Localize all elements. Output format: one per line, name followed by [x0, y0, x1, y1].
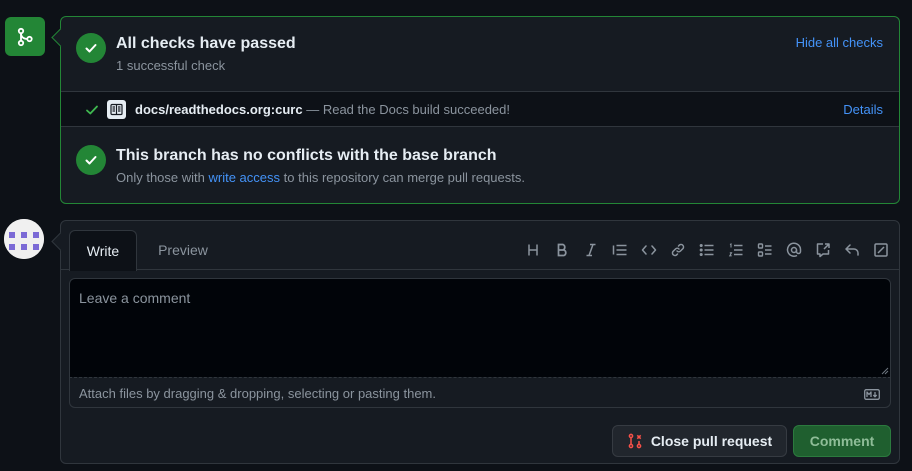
check-success-icon	[85, 103, 99, 122]
heading-icon[interactable]	[518, 240, 547, 260]
check-description: — Read the Docs build succeeded!	[302, 102, 511, 117]
fullscreen-icon[interactable]	[866, 240, 895, 260]
cross-reference-icon[interactable]	[808, 240, 837, 260]
markdown-icon[interactable]	[864, 387, 880, 405]
attach-files-bar[interactable]: Attach files by dragging & dropping, sel…	[69, 377, 891, 408]
no-conflicts-icon	[76, 145, 106, 175]
close-pull-request-label: Close pull request	[650, 433, 773, 449]
reply-icon[interactable]	[837, 240, 866, 260]
tab-write[interactable]: Write	[69, 230, 137, 271]
comment-input[interactable]	[69, 278, 891, 378]
code-icon[interactable]	[634, 240, 663, 260]
conflicts-description: Only those with write access to this rep…	[116, 170, 525, 185]
check-name: docs/readthedocs.org:curc	[135, 102, 303, 117]
checks-subtitle: 1 successful check	[116, 58, 226, 73]
readthedocs-icon	[107, 100, 126, 119]
comment-button[interactable]: Comment	[793, 425, 891, 457]
ordered-list-icon[interactable]	[721, 240, 750, 260]
markdown-toolbar	[518, 240, 895, 260]
git-merge-icon	[5, 17, 45, 56]
conflicts-title: This branch has no conflicts with the ba…	[116, 147, 497, 164]
check-details-link[interactable]: Details	[843, 102, 883, 117]
bold-icon[interactable]	[547, 240, 576, 260]
italic-icon[interactable]	[576, 240, 605, 260]
avatar[interactable]	[4, 219, 44, 259]
checks-passed-icon	[76, 33, 106, 63]
quote-icon[interactable]	[605, 240, 634, 260]
write-access-link[interactable]: write access	[209, 170, 281, 185]
resize-handle-icon[interactable]	[879, 365, 889, 375]
comment-box: Write Preview Leave a comment Attach fil…	[60, 220, 900, 464]
close-pull-request-button[interactable]: Close pull request	[612, 425, 787, 457]
checks-title: All checks have passed	[116, 35, 296, 52]
merge-status-box: All checks have passed 1 successful chec…	[60, 16, 900, 204]
check-item-row: docs/readthedocs.org:curc — Read the Doc…	[61, 91, 899, 127]
attach-files-text: Attach files by dragging & dropping, sel…	[79, 386, 436, 401]
pull-request-closed-icon	[628, 433, 642, 449]
link-icon[interactable]	[663, 240, 692, 260]
tab-preview[interactable]: Preview	[147, 230, 219, 270]
task-list-icon[interactable]	[750, 240, 779, 260]
unordered-list-icon[interactable]	[692, 240, 721, 260]
mention-icon[interactable]	[779, 240, 808, 260]
conflicts-text-after: to this repository can merge pull reques…	[280, 170, 525, 185]
conflicts-text-before: Only those with	[116, 170, 209, 185]
hide-all-checks-link[interactable]: Hide all checks	[796, 35, 883, 50]
